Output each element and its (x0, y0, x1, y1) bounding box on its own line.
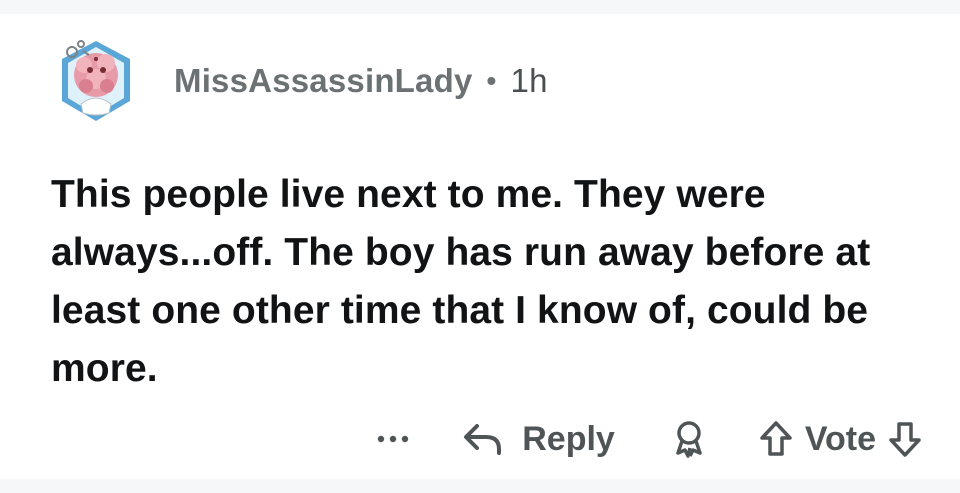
vote-label: Vote (804, 419, 876, 458)
meta-separator: • (486, 65, 497, 96)
vote-control: Vote (759, 420, 922, 459)
reply-label: Reply (522, 419, 615, 458)
comment-meta: MissAssassinLady • 1h (174, 62, 548, 100)
more-options-button[interactable] (369, 419, 417, 459)
comment-card: MissAssassinLady • 1h This people live n… (0, 14, 960, 479)
reply-button[interactable]: Reply (462, 420, 615, 459)
more-options-icon (378, 435, 409, 443)
username-link[interactable]: MissAssassinLady (174, 62, 473, 100)
timestamp: 1h (510, 62, 548, 99)
comment-actions: Reply Vote (369, 414, 922, 464)
reply-arrow-icon (464, 424, 502, 455)
comment-body: This people live next to me. They were a… (51, 173, 871, 390)
comment-header: MissAssassinLady • 1h (52, 40, 548, 121)
award-icon (676, 421, 702, 458)
avatar[interactable] (52, 37, 140, 125)
avatar-image (62, 40, 130, 121)
downvote-arrow-icon[interactable] (888, 420, 922, 458)
upvote-arrow-icon[interactable] (759, 420, 793, 458)
award-button[interactable] (669, 419, 709, 459)
